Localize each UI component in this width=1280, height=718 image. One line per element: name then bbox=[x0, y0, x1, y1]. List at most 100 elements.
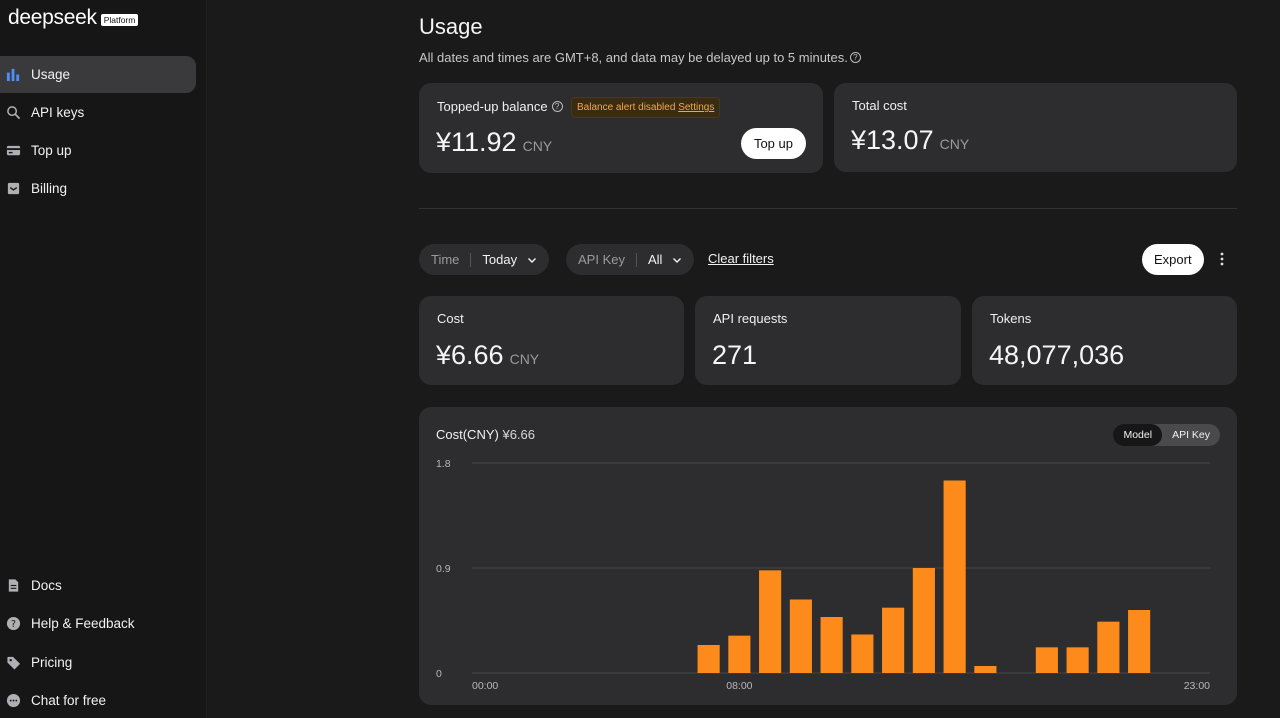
logo[interactable]: deepseek Platform bbox=[8, 6, 139, 30]
chart-bar bbox=[820, 617, 843, 673]
bar-chart-icon bbox=[4, 66, 22, 84]
chart-bar bbox=[1097, 621, 1120, 673]
help-icon: ? bbox=[4, 615, 22, 633]
chat-icon bbox=[4, 692, 22, 710]
alert-text: Balance alert disabled bbox=[577, 102, 676, 113]
chart-bar bbox=[1066, 647, 1089, 673]
sidebar-item-label: Usage bbox=[31, 67, 71, 82]
chart-title-total: ¥6.66 bbox=[502, 427, 536, 442]
y-tick-label: 0 bbox=[436, 668, 442, 680]
requests-stat-card: API requests 271 bbox=[695, 296, 961, 385]
sidebar-item-docs[interactable]: Docs bbox=[0, 567, 196, 604]
chart-title-label: Cost(CNY) bbox=[436, 427, 499, 442]
cost-chart: 1.8 0.9 0 00:00 08:00 23:00 bbox=[436, 458, 1210, 692]
page-subtitle: All dates and times are GMT+8, and data … bbox=[419, 50, 861, 65]
tokens-stat-label: Tokens bbox=[990, 311, 1032, 326]
sidebar-item-label: Pricing bbox=[31, 655, 73, 670]
sidebar: deepseek Platform Usage API keys Top up … bbox=[0, 0, 207, 718]
chart-bar bbox=[759, 570, 782, 673]
cost-stat-amount: ¥6.66 bbox=[436, 340, 504, 370]
sidebar-item-billing[interactable]: Billing bbox=[0, 170, 196, 207]
subtitle-text: All dates and times are GMT+8, and data … bbox=[419, 50, 848, 65]
total-cost-amount: ¥13.07 bbox=[851, 125, 934, 155]
export-button[interactable]: Export bbox=[1142, 244, 1204, 275]
chart-bar bbox=[882, 607, 905, 673]
total-cost-unit: CNY bbox=[939, 136, 970, 152]
toggle-model[interactable]: Model bbox=[1113, 424, 1163, 446]
x-tick-label: 00:00 bbox=[472, 680, 498, 692]
tokens-stat-value: 48,077,036 bbox=[989, 340, 1125, 370]
balance-label-text: Topped-up balance bbox=[437, 99, 548, 114]
sidebar-item-label: Chat for free bbox=[31, 693, 107, 708]
filter-separator bbox=[635, 252, 637, 267]
time-filter-value: Today bbox=[482, 252, 518, 267]
api-key-filter-value: All bbox=[647, 252, 663, 267]
total-cost-value: ¥13.07 CNY bbox=[851, 125, 969, 156]
chart-bar bbox=[697, 645, 720, 673]
chart-title: Cost(CNY) ¥6.66 bbox=[436, 427, 535, 442]
time-filter[interactable]: Time Today bbox=[419, 244, 550, 275]
cost-stat-label: Cost bbox=[437, 311, 464, 326]
sidebar-item-label: Docs bbox=[31, 578, 62, 593]
cost-stat-card: Cost ¥6.66 CNY bbox=[419, 296, 684, 385]
chart-bar bbox=[912, 568, 935, 673]
platform-badge: Platform bbox=[100, 14, 139, 26]
search-icon bbox=[4, 104, 22, 122]
sidebar-item-label: Billing bbox=[31, 181, 68, 196]
x-tick-label: 08:00 bbox=[726, 680, 752, 692]
balance-card: Topped-up balance ? Balance alert disabl… bbox=[419, 83, 823, 173]
requests-stat-value: 271 bbox=[712, 340, 758, 370]
section-divider bbox=[419, 208, 1237, 209]
cost-stat-unit: CNY bbox=[509, 351, 540, 367]
sidebar-item-chat[interactable]: Chat for free bbox=[0, 682, 196, 718]
help-circle-icon[interactable]: ? bbox=[551, 101, 563, 112]
chart-bar bbox=[974, 666, 997, 673]
chart-bar bbox=[851, 634, 874, 673]
tokens-stat-card: Tokens 48,077,036 bbox=[972, 296, 1237, 385]
y-tick-label: 0.9 bbox=[436, 563, 451, 575]
balance-amount: ¥11.92 bbox=[436, 127, 517, 157]
chart-bar bbox=[728, 635, 751, 673]
chart-group-toggle: Model API Key bbox=[1113, 424, 1220, 446]
chevron-down-icon bbox=[673, 257, 682, 263]
sidebar-item-label: API keys bbox=[31, 105, 85, 120]
more-options-icon[interactable] bbox=[1214, 250, 1230, 268]
top-up-button[interactable]: Top up bbox=[740, 128, 806, 159]
cost-chart-card: 1.8 0.9 0 00:00 08:00 23:00 Cost(CNY) ¥6.66 M… bbox=[419, 407, 1237, 705]
document-icon bbox=[4, 577, 22, 595]
svg-text:?: ? bbox=[11, 619, 16, 630]
toggle-api-key[interactable]: API Key bbox=[1162, 424, 1220, 446]
chart-bar bbox=[1035, 647, 1058, 673]
clear-filters-link[interactable]: Clear filters bbox=[708, 251, 774, 266]
chart-bar bbox=[789, 599, 812, 673]
tag-icon bbox=[4, 654, 22, 672]
y-tick-label: 1.8 bbox=[436, 458, 451, 470]
sidebar-item-label: Help & Feedback bbox=[31, 616, 135, 631]
sidebar-item-label: Top up bbox=[31, 143, 72, 158]
invoice-icon bbox=[4, 180, 22, 198]
total-cost-card: Total cost ¥13.07 CNY bbox=[834, 83, 1237, 172]
sidebar-item-help[interactable]: ? Help & Feedback bbox=[0, 605, 196, 642]
sidebar-item-usage[interactable]: Usage bbox=[0, 56, 196, 93]
filter-separator bbox=[470, 252, 472, 267]
requests-stat-label: API requests bbox=[713, 311, 788, 326]
sidebar-item-top-up[interactable]: Top up bbox=[0, 132, 196, 169]
chevron-down-icon bbox=[528, 257, 537, 263]
sidebar-item-api-keys[interactable]: API keys bbox=[0, 94, 196, 131]
alert-settings-link[interactable]: Settings bbox=[678, 102, 714, 113]
sidebar-item-pricing[interactable]: Pricing bbox=[0, 644, 196, 681]
balance-alert-badge: Balance alert disabled Settings bbox=[571, 97, 721, 118]
balance-label: Topped-up balance ? bbox=[437, 99, 563, 114]
chart-bar bbox=[1128, 610, 1151, 673]
chart-bar bbox=[943, 480, 966, 673]
time-filter-key: Time bbox=[431, 252, 460, 267]
logo-wordmark: deepseek bbox=[8, 6, 97, 29]
wallet-icon bbox=[4, 142, 22, 160]
api-key-filter[interactable]: API Key All bbox=[566, 244, 695, 275]
cost-stat-value: ¥6.66 CNY bbox=[436, 340, 539, 371]
balance-unit: CNY bbox=[522, 138, 553, 154]
api-key-filter-key: API Key bbox=[578, 252, 625, 267]
total-cost-label: Total cost bbox=[852, 98, 907, 113]
info-icon[interactable]: ? bbox=[849, 52, 861, 63]
balance-value: ¥11.92 CNY bbox=[436, 127, 552, 158]
